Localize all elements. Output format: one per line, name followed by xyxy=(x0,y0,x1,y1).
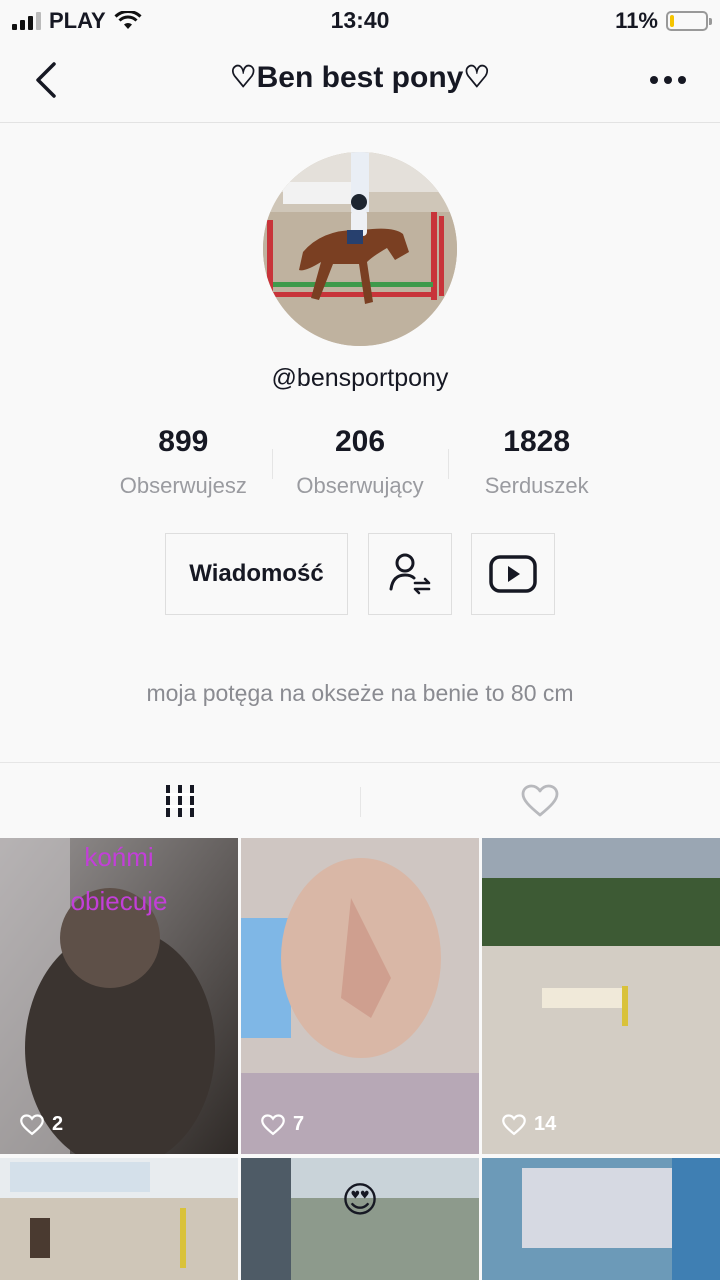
video-thumbnail[interactable] xyxy=(482,1158,720,1280)
thumbnail-image xyxy=(482,838,720,1154)
battery-icon xyxy=(666,11,712,31)
heart-icon xyxy=(261,1113,285,1135)
video-thumbnail[interactable] xyxy=(0,1158,238,1280)
avatar xyxy=(263,152,457,346)
like-count-value: 14 xyxy=(534,1113,557,1135)
follow-toggle-button[interactable] xyxy=(368,533,452,615)
content-tabs xyxy=(0,762,720,839)
thumbnail-image xyxy=(482,1158,720,1280)
clock: 13:40 xyxy=(330,7,390,33)
stat-value: 1828 xyxy=(503,425,571,458)
video-thumbnail[interactable]: końmi obiecuje 2 xyxy=(0,838,238,1154)
heart-icon xyxy=(20,1113,44,1135)
profile-bio: moja potęga na okseże na benie to 80 cm xyxy=(146,680,574,706)
overlay-text-line: końmi xyxy=(84,842,154,872)
tab-videos[interactable] xyxy=(0,763,360,839)
profile-stats: 899 Obserwujesz 206 Obserwujący 1828 Ser… xyxy=(95,425,625,499)
like-count: 14 xyxy=(502,1113,556,1136)
grid-icon xyxy=(165,785,195,817)
heart-icon xyxy=(502,1113,526,1135)
user-swap-icon xyxy=(389,553,431,595)
youtube-button[interactable] xyxy=(471,533,555,615)
stat-value: 899 xyxy=(158,425,209,458)
video-grid: końmi obiecuje 2 7 14 😍 xyxy=(0,838,720,1280)
heart-outline-icon xyxy=(521,784,559,817)
battery-info: 11% xyxy=(615,8,712,34)
stat-likes: 1828 Serduszek xyxy=(448,425,625,499)
stat-label: Serduszek xyxy=(484,473,589,498)
status-bar: PLAY 13:40 11% xyxy=(0,0,720,40)
video-thumbnail[interactable]: 😍 xyxy=(241,1158,479,1280)
video-thumbnail[interactable]: 14 xyxy=(482,838,720,1154)
message-button[interactable]: Wiadomość xyxy=(165,533,348,615)
username: @bensportpony xyxy=(271,364,449,392)
nav-bar: ♡Ben best pony♡ xyxy=(0,40,720,123)
stat-following[interactable]: 899 Obserwujesz xyxy=(95,425,272,499)
avatar-horse-jump-image xyxy=(263,152,457,346)
like-count-value: 7 xyxy=(293,1113,305,1135)
stat-value: 206 xyxy=(334,425,386,458)
like-count: 2 xyxy=(20,1113,63,1136)
video-thumbnail[interactable]: 7 xyxy=(241,838,479,1154)
more-options-icon[interactable] xyxy=(646,68,690,92)
stat-label: Obserwujesz xyxy=(119,473,247,498)
thumbnail-image xyxy=(241,838,479,1154)
stat-label: Obserwujący xyxy=(296,473,424,498)
stat-followers[interactable]: 206 Obserwujący xyxy=(271,425,449,499)
page-title: ♡Ben best pony♡ xyxy=(229,61,491,94)
like-count-value: 2 xyxy=(52,1113,64,1135)
thumbnail-image xyxy=(0,1158,238,1280)
emoji-overlay: 😍 xyxy=(341,1180,379,1221)
youtube-icon xyxy=(489,555,537,593)
battery-percent: 11% xyxy=(615,8,658,33)
tab-liked[interactable] xyxy=(360,763,720,839)
overlay-text-line: obiecuje xyxy=(70,886,168,916)
like-count: 7 xyxy=(261,1113,304,1136)
